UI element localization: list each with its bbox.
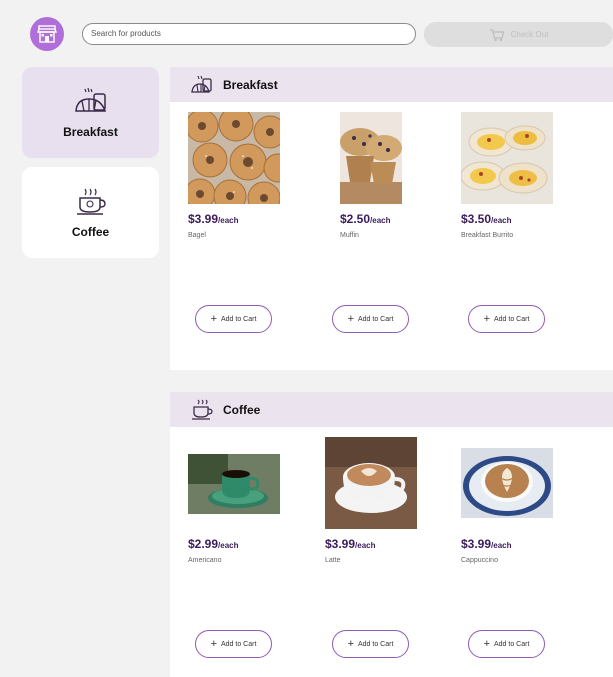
plus-icon: + [210,637,217,650]
product-name: Breakfast Burrito [461,232,514,239]
section-body-coffee: $2.99/each Americano + Add to Cart $3.99… [170,427,613,677]
add-to-cart-button[interactable]: + Add to Cart [195,630,272,658]
checkout-button[interactable]: Check Out [424,22,613,47]
product-price: $2.99/each [188,537,239,551]
section-header-coffee: Coffee [170,392,613,427]
top-bar: Search for products Check Out [0,0,613,66]
plus-icon: + [347,312,354,325]
plus-icon: + [347,637,354,650]
product-name: Americano [188,557,222,564]
section-header-breakfast: Breakfast [170,67,613,102]
product-name: Latte [325,557,341,564]
coffee-cup-icon [76,188,106,215]
bagel-image [188,112,280,204]
cart-icon [489,28,504,41]
sidebar-item-label: Coffee [71,224,110,239]
add-to-cart-button[interactable]: + Add to Cart [468,630,545,658]
product-price: $2.50/each [340,212,391,226]
add-to-cart-label: Add to Cart [358,315,394,323]
sidebar-item-label: Breakfast [63,124,118,139]
product-price: $3.99/each [461,537,512,551]
product-price: $3.99/each [325,537,376,551]
plus-icon: + [483,312,490,325]
product-name: Cappuccino [461,557,498,564]
section-title: Breakfast [223,77,278,92]
sidebar-item-breakfast[interactable]: Breakfast [22,67,159,158]
section-body-breakfast: $3.99/each Bagel + Add to Cart $2.50/eac… [170,102,613,370]
americano-image [188,454,280,514]
latte-image [325,437,417,529]
cappuccino-image [461,448,553,518]
section-title: Coffee [223,402,261,417]
plus-icon: + [483,637,490,650]
add-to-cart-button[interactable]: + Add to Cart [332,630,409,658]
breakfast-burrito-image [461,112,553,204]
muffin-image [340,112,402,204]
search-placeholder: Search for products [91,29,161,38]
add-to-cart-label: Add to Cart [358,640,394,648]
croissant-icon [74,87,106,112]
bread-icon [191,75,212,93]
product-name: Bagel [188,232,206,239]
sidebar-item-coffee[interactable]: Coffee [22,167,159,258]
add-to-cart-button[interactable]: + Add to Cart [332,305,409,333]
product-price: $3.50/each [461,212,512,226]
plus-icon: + [210,312,217,325]
product-name: Muffin [340,232,359,239]
checkout-label: Check Out [510,30,549,39]
add-to-cart-label: Add to Cart [494,640,530,648]
add-to-cart-label: Add to Cart [221,640,257,648]
add-to-cart-label: Add to Cart [221,315,257,323]
coffee-cup-icon [192,399,213,420]
add-to-cart-label: Add to Cart [494,315,530,323]
add-to-cart-button[interactable]: + Add to Cart [195,305,272,333]
add-to-cart-button[interactable]: + Add to Cart [468,305,545,333]
search-input[interactable]: Search for products [82,23,416,45]
store-icon[interactable] [30,17,64,51]
product-price: $3.99/each [188,212,239,226]
